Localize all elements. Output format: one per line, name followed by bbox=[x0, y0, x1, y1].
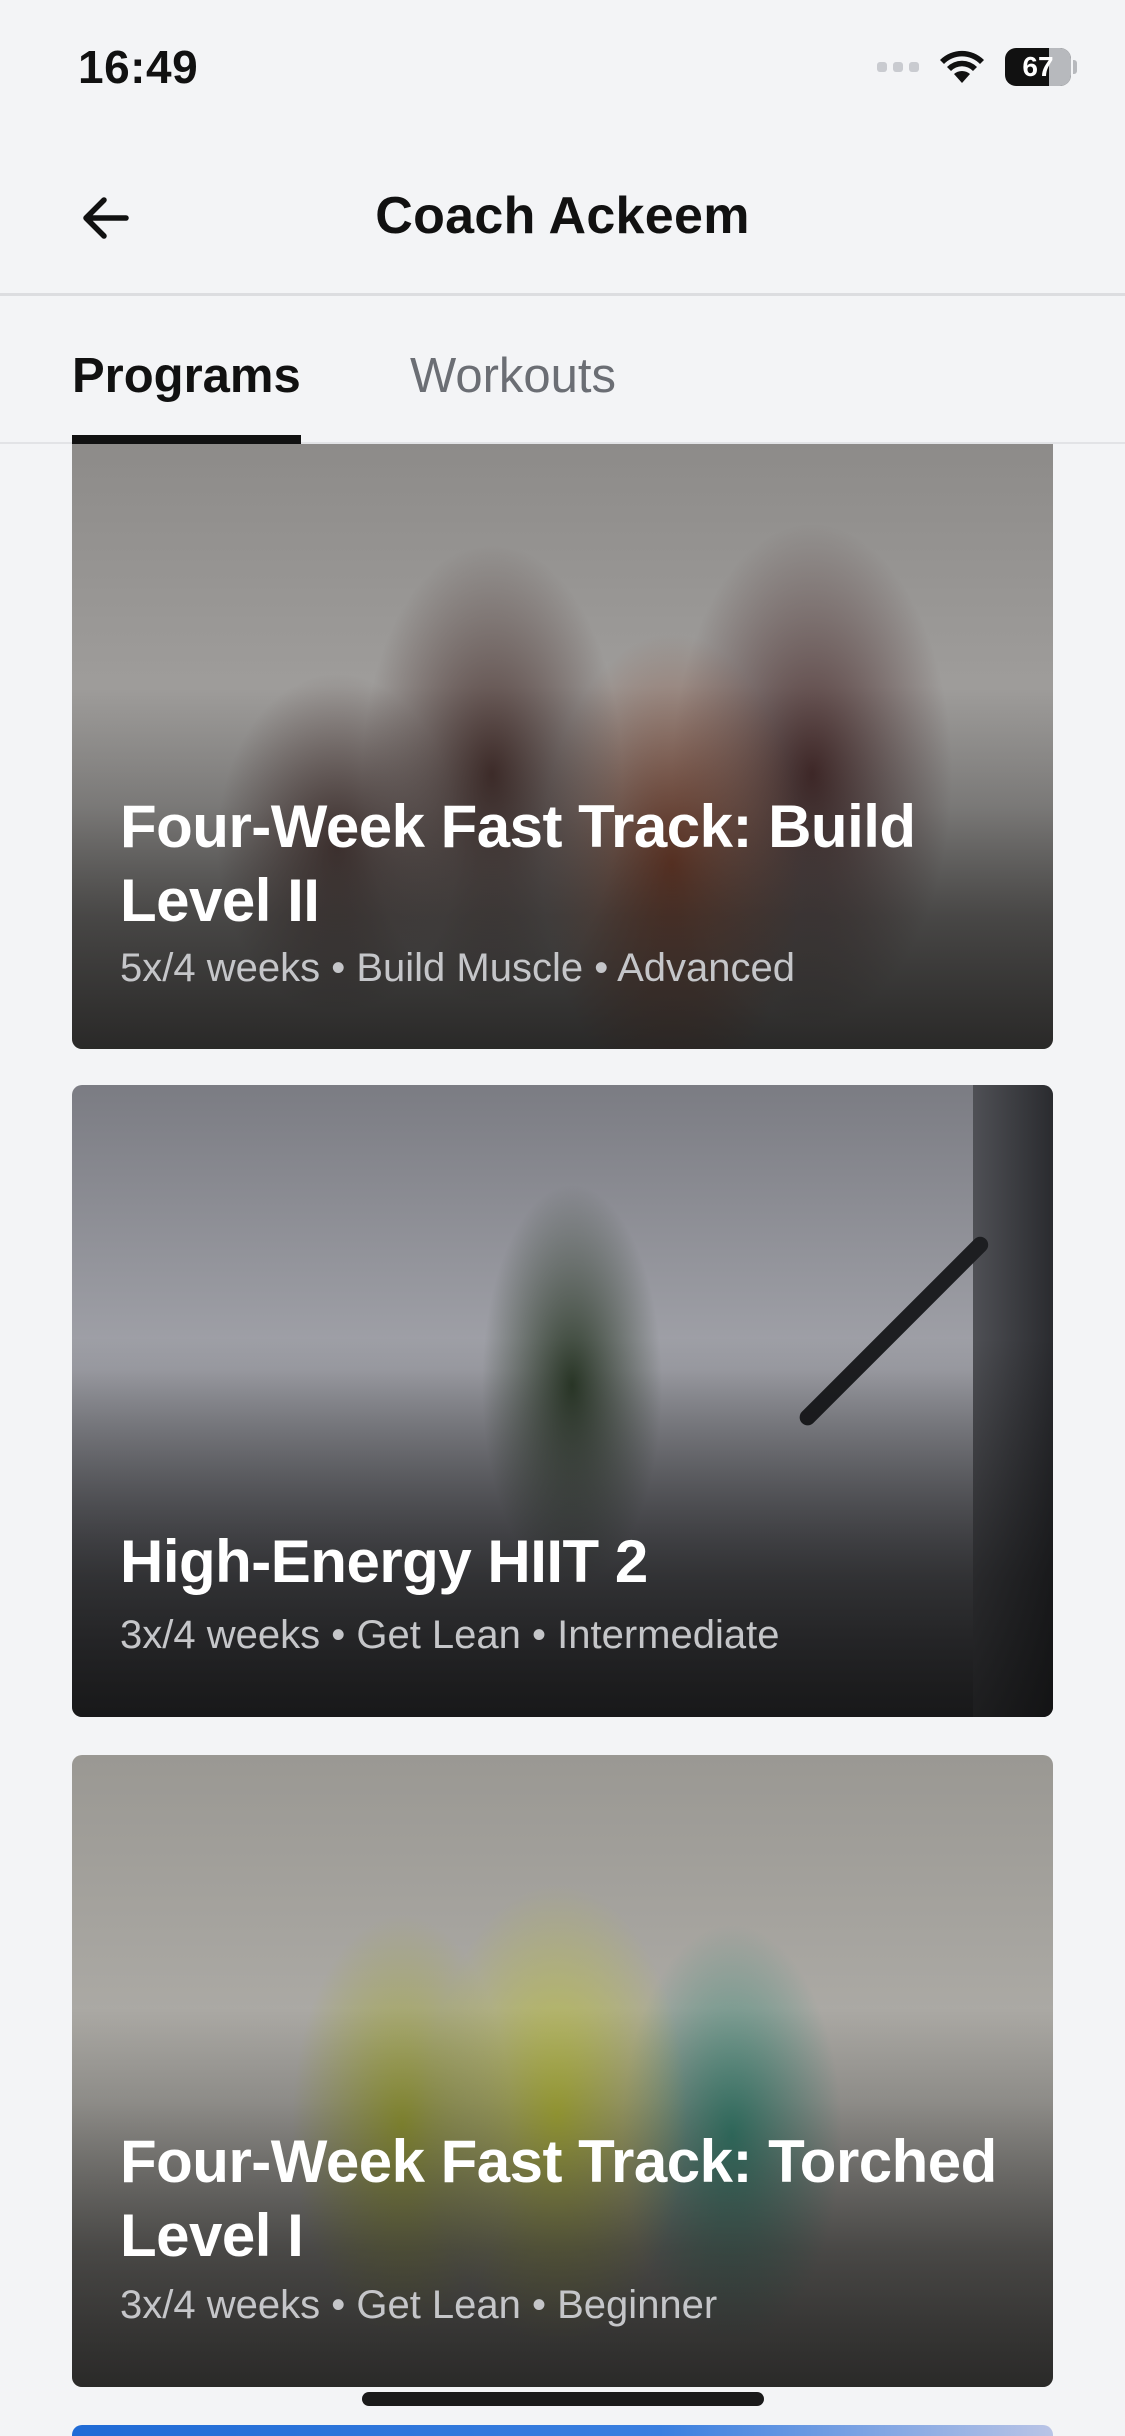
program-title: Four-Week Fast Track: Build Level II bbox=[120, 793, 916, 934]
program-meta: 3x/4 weeks • Get Lean • Intermediate bbox=[120, 1613, 780, 1657]
program-card[interactable]: High-Energy HIIT 2 3x/4 weeks • Get Lean… bbox=[72, 1085, 1053, 1717]
battery-level: 67 bbox=[1022, 51, 1054, 82]
program-meta: 3x/4 weeks • Get Lean • Beginner bbox=[120, 2283, 718, 2327]
program-list: Four-Week Fast Track: Build Level II 5x/… bbox=[0, 444, 1125, 2436]
tab-programs[interactable]: Programs bbox=[72, 348, 301, 444]
wifi-icon bbox=[940, 50, 984, 83]
tab-bar: Programs Workouts bbox=[0, 296, 1125, 444]
nav-header: Coach Ackeem bbox=[0, 140, 1125, 296]
program-card-partial[interactable] bbox=[72, 2425, 1053, 2436]
tab-workouts[interactable]: Workouts bbox=[410, 348, 616, 444]
status-time: 16:49 bbox=[78, 41, 199, 93]
program-card[interactable]: Four-Week Fast Track: Build Level II 5x/… bbox=[72, 444, 1053, 1049]
program-title: Four-Week Fast Track: Torched Level I bbox=[120, 2128, 997, 2269]
status-icons: 67 bbox=[877, 48, 1077, 86]
page-title: Coach Ackeem bbox=[375, 187, 750, 245]
cellular-signal-icon bbox=[877, 62, 919, 72]
program-title: High-Energy HIIT 2 bbox=[120, 1528, 648, 1595]
battery-icon: 67 bbox=[1005, 48, 1071, 86]
home-indicator[interactable] bbox=[362, 2392, 764, 2406]
program-meta: 5x/4 weeks • Build Muscle • Advanced bbox=[120, 946, 796, 990]
program-card[interactable]: Four-Week Fast Track: Torched Level I 3x… bbox=[72, 1755, 1053, 2387]
battery-tip bbox=[1073, 60, 1077, 74]
status-bar: 16:49 67 bbox=[0, 0, 1125, 140]
